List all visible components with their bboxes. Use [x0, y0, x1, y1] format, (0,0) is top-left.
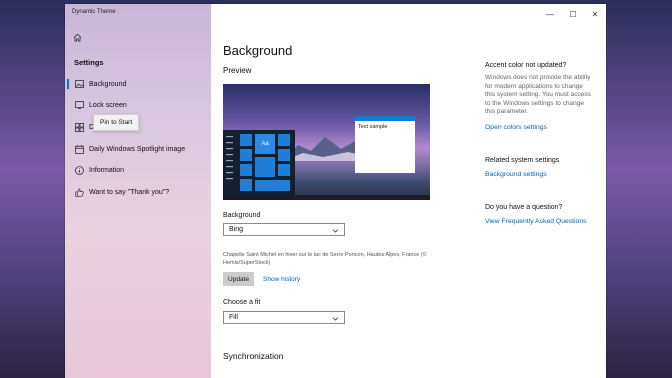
- preview-tile: [278, 164, 290, 176]
- app-title: Dynamic Theme: [72, 9, 116, 15]
- accent-heading: Accent color not updated?: [485, 62, 567, 69]
- background-select-value: Bing: [229, 226, 244, 233]
- sidebar-item-information[interactable]: Information: [65, 162, 211, 178]
- sidebar-item-label: Background: [89, 80, 127, 88]
- image-icon: [74, 79, 84, 89]
- preview-taskbar: [223, 195, 430, 200]
- sidebar-item-lock-screen[interactable]: Lock screen: [65, 97, 211, 113]
- pin-to-start-tooltip: Pin to Start: [93, 114, 140, 131]
- fit-label: Choose a fit: [223, 299, 261, 306]
- maximize-button[interactable]: ☐: [564, 8, 582, 20]
- settings-heading: Settings: [74, 58, 104, 67]
- main-content: Background Preview Aa Text sample Backgr…: [223, 4, 463, 378]
- calendar-icon: [74, 144, 84, 154]
- question-heading: Do you have a question?: [485, 204, 563, 211]
- preview-menu-rail: [226, 136, 233, 180]
- lock-screen-icon: [74, 100, 84, 110]
- fit-select[interactable]: Fill: [223, 311, 345, 324]
- preview-tile-accent: Aa: [255, 134, 275, 154]
- preview-tile: [240, 164, 252, 176]
- background-settings-link[interactable]: Background settings: [485, 171, 547, 178]
- preview-tile: [240, 149, 252, 161]
- background-label: Background: [223, 212, 261, 219]
- accent-description: Windows does not provide the ability for…: [485, 74, 591, 115]
- close-button[interactable]: ✕: [586, 8, 604, 20]
- sidebar-item-label: Lock screen: [89, 101, 127, 109]
- preview-heading: Preview: [223, 66, 252, 75]
- thumbs-up-icon: [74, 187, 84, 197]
- app-window: Dynamic Theme Settings Background Lock s…: [65, 4, 606, 378]
- minimize-button[interactable]: —: [541, 8, 559, 20]
- sidebar-item-thank-you[interactable]: Want to say "Thank you"?: [65, 184, 211, 200]
- sidebar-item-label: Want to say "Thank you"?: [89, 188, 170, 196]
- preview-tile: [240, 179, 252, 191]
- synchronization-heading: Synchronization: [223, 351, 284, 361]
- chevron-down-icon: [332, 317, 339, 321]
- image-credit: Chapelle Saint Michel en hiver sur le la…: [223, 252, 427, 266]
- background-preview: Aa Text sample: [223, 84, 430, 200]
- preview-tile-label: Aa: [261, 141, 269, 147]
- preview-tile: [278, 134, 290, 146]
- sidebar-item-label: Information: [89, 166, 125, 174]
- preview-tile: [255, 180, 290, 191]
- home-icon[interactable]: [73, 33, 82, 42]
- preview-tile: [240, 134, 252, 146]
- sidebar-item-spotlight[interactable]: Daily Windows Spotlight image: [65, 141, 211, 157]
- preview-tile: [278, 149, 290, 161]
- related-settings-heading: Related system settings: [485, 157, 560, 164]
- sidebar: Dynamic Theme Settings Background Lock s…: [65, 4, 211, 378]
- info-icon: [74, 165, 84, 175]
- sidebar-item-label: Daily Windows Spotlight image: [89, 145, 186, 153]
- preview-start-menu: Aa: [223, 130, 295, 195]
- page-title: Background: [223, 43, 293, 58]
- preview-tile: [255, 157, 275, 177]
- update-button[interactable]: Update: [223, 272, 254, 286]
- chevron-down-icon: [332, 229, 339, 233]
- preview-sample-window: Text sample: [355, 116, 415, 173]
- tiles-icon: [74, 122, 84, 132]
- fit-select-value: Fill: [229, 314, 238, 321]
- preview-sample-text: Text sample: [358, 124, 388, 130]
- open-colors-settings-link[interactable]: Open colors settings: [485, 124, 547, 131]
- show-history-link[interactable]: Show history: [263, 276, 300, 283]
- sidebar-item-background[interactable]: Background: [65, 76, 211, 92]
- faq-link[interactable]: View Frequently Asked Questions: [485, 218, 587, 225]
- background-select[interactable]: Bing: [223, 223, 345, 236]
